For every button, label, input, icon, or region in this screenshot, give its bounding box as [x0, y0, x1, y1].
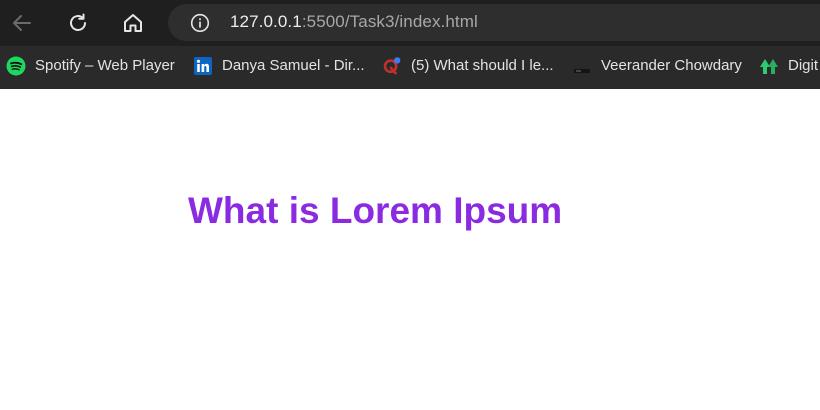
bookmark-linkedin[interactable]: Danya Samuel - Dir...: [193, 54, 365, 78]
address-bar-url[interactable]: 127.0.0.1:5500/Task3/index.html: [230, 12, 478, 32]
bookmark-label: Digit: [788, 57, 819, 74]
site-info-icon[interactable]: [190, 13, 210, 33]
arrow-left-icon: [13, 15, 31, 31]
spotify-icon: [6, 56, 26, 76]
address-bar[interactable]: 127.0.0.1:5500/Task3/index.html: [168, 4, 820, 41]
bookmark-label: Danya Samuel - Dir...: [222, 57, 365, 74]
page-heading: What is Lorem Ipsum: [188, 190, 563, 231]
bookmark-label: (5) What should I le...: [411, 57, 554, 74]
url-path: :5500/Task3/index.html: [301, 12, 478, 31]
bookmark-label: Veerander Chowdary: [601, 57, 742, 74]
bookmark-quora[interactable]: (5) What should I le...: [382, 54, 554, 78]
bookmark-spotify[interactable]: Spotify – Web Player: [6, 54, 175, 78]
home-icon: [124, 14, 142, 32]
page-content: What is Lorem Ipsum: [0, 87, 820, 410]
bookmark-label: Spotify – Web Player: [35, 57, 175, 74]
bookmark-veerander[interactable]: Veerander Chowdary: [572, 54, 742, 78]
reload-button[interactable]: [61, 6, 95, 40]
quora-icon: [382, 56, 402, 76]
url-host: 127.0.0.1: [230, 12, 302, 31]
bookmark-digit[interactable]: Digit: [759, 54, 818, 78]
green-arrows-icon: [759, 56, 779, 76]
linkedin-icon: [193, 56, 213, 76]
bookmarks-bar: Spotify – Web Player Danya Samuel - Dir.…: [0, 46, 820, 87]
reload-icon: [70, 13, 86, 31]
back-button[interactable]: [5, 6, 39, 40]
browser-toolbar: 127.0.0.1:5500/Task3/index.html: [0, 0, 820, 46]
dark-page-icon: [572, 56, 592, 76]
home-button[interactable]: [116, 6, 150, 40]
